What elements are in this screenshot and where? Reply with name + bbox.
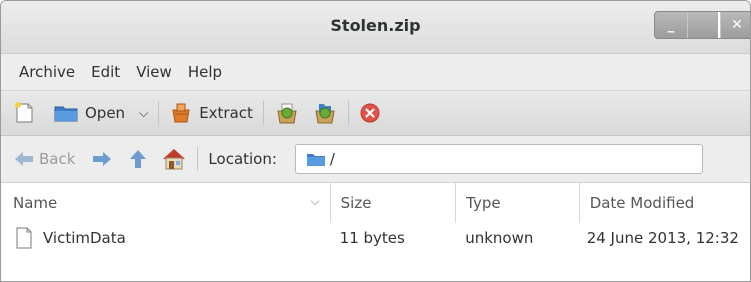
- location-field[interactable]: /: [294, 144, 703, 174]
- toolbar-separator: [158, 101, 160, 125]
- window-controls: _ ✕: [654, 11, 750, 39]
- column-type-label: Type: [466, 194, 501, 212]
- location-label: Location:: [208, 150, 277, 168]
- menu-archive[interactable]: Archive: [11, 63, 83, 81]
- minimize-button[interactable]: _: [655, 12, 687, 38]
- add-files-icon: [277, 103, 297, 124]
- folder-icon: [306, 154, 325, 166]
- menu-view[interactable]: View: [128, 63, 180, 81]
- column-header-date[interactable]: Date Modified: [578, 183, 750, 223]
- toolbar-separator: [262, 101, 264, 125]
- open-label: Open: [85, 104, 126, 122]
- column-header-type[interactable]: Type: [455, 183, 579, 223]
- extract-icon: [172, 103, 190, 123]
- extract-button[interactable]: Extract: [169, 102, 253, 124]
- up-button[interactable]: [129, 149, 147, 169]
- add-folder-icon: [315, 104, 335, 124]
- back-arrow-icon: [15, 152, 33, 166]
- extract-label: Extract: [199, 104, 253, 122]
- add-files-button[interactable]: [274, 101, 300, 125]
- add-folder-button[interactable]: [312, 101, 338, 125]
- back-button[interactable]: Back: [13, 150, 75, 168]
- title-bar[interactable]: Stolen.zip _ ✕: [1, 1, 750, 54]
- new-archive-button[interactable]: [13, 101, 35, 125]
- file-name: VictimData: [43, 229, 126, 247]
- folder-icon: [54, 106, 78, 122]
- home-button[interactable]: [161, 147, 187, 171]
- column-size-label: Size: [340, 194, 372, 212]
- file-size: 11 bytes: [339, 229, 405, 247]
- file-list-header: Name ⌵ Size Type Date Modified: [1, 183, 750, 223]
- column-header-name[interactable]: Name ⌵: [1, 183, 330, 223]
- open-button[interactable]: Open ⌵: [53, 103, 148, 123]
- menu-help[interactable]: Help: [180, 63, 230, 81]
- up-arrow-icon: [130, 150, 147, 168]
- forward-button[interactable]: [91, 150, 113, 168]
- location-bar: Back Location: /: [1, 136, 750, 183]
- location-path: /: [329, 150, 335, 168]
- toolbar: Open ⌵ Extract: [1, 91, 750, 136]
- stop-icon: [360, 103, 380, 123]
- new-archive-icon: [15, 102, 33, 123]
- maximize-button[interactable]: [687, 12, 720, 38]
- column-date-label: Date Modified: [589, 194, 695, 212]
- column-name-label: Name: [13, 194, 58, 212]
- forward-arrow-icon: [93, 152, 112, 166]
- file-type: unknown: [465, 229, 534, 247]
- maximize-icon: [688, 12, 720, 38]
- stop-button[interactable]: [359, 102, 381, 124]
- sort-chevron-icon: ⌵: [310, 194, 320, 208]
- archive-manager-window: Stolen.zip _ ✕ Archive Edit View Help Op…: [0, 0, 751, 282]
- file-name-cell: VictimData: [1, 223, 330, 253]
- column-header-size[interactable]: Size: [329, 183, 456, 223]
- menu-bar: Archive Edit View Help: [1, 54, 750, 91]
- home-icon: [163, 149, 186, 170]
- close-button[interactable]: ✕: [720, 12, 750, 38]
- file-date: 24 June 2013, 12:32: [586, 229, 739, 247]
- window-title: Stolen.zip: [330, 16, 421, 35]
- file-row[interactable]: VictimData 11 bytes unknown 24 June 2013…: [1, 223, 750, 253]
- menu-edit[interactable]: Edit: [83, 63, 128, 81]
- file-icon: [16, 227, 32, 249]
- toolbar-separator: [347, 101, 349, 125]
- chevron-down-icon[interactable]: ⌵: [139, 106, 148, 121]
- toolbar-separator: [197, 147, 199, 171]
- back-label: Back: [39, 150, 76, 168]
